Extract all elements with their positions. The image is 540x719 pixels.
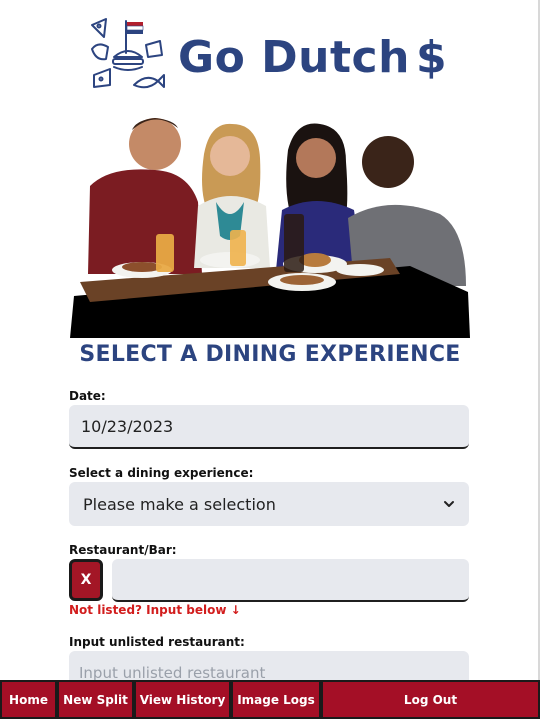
dining-experience-select[interactable]: Please make a selection: [69, 482, 469, 526]
bottom-nav: Home New Split View History Image Logs L…: [0, 680, 540, 719]
header-logo[interactable]: Go Dutch $: [88, 14, 468, 100]
nav-new-split-button[interactable]: New Split: [57, 680, 134, 719]
brand-name: Go Dutch: [178, 31, 410, 83]
unlisted-restaurant-label: Input unlisted restaurant:: [69, 635, 245, 649]
restaurant-input[interactable]: [112, 559, 469, 602]
friends-dining-illustration: [70, 118, 470, 338]
nav-log-out-button[interactable]: Log Out: [321, 680, 540, 719]
dining-experience-value: Please make a selection: [83, 494, 276, 514]
brand-symbol: $: [415, 31, 448, 83]
nav-view-history-button[interactable]: View History: [134, 680, 231, 719]
date-input[interactable]: 10/23/2023: [69, 405, 469, 449]
restaurant-label: Restaurant/Bar:: [69, 543, 177, 557]
experience-label: Select a dining experience:: [69, 466, 254, 480]
not-listed-hint: Not listed? Input below ↓: [69, 603, 241, 617]
food-collage-icon: [91, 18, 165, 89]
nav-image-logs-button[interactable]: Image Logs: [231, 680, 321, 719]
date-label: Date:: [69, 389, 106, 403]
app-root: Go Dutch $ SELECT A DINING EXPERIENCE Da…: [0, 0, 540, 719]
date-value: 10/23/2023: [81, 416, 174, 436]
chevron-down-icon: [444, 501, 454, 507]
nav-home-button[interactable]: Home: [0, 680, 57, 719]
clear-restaurant-button[interactable]: X: [69, 559, 103, 601]
page-title: SELECT A DINING EXPERIENCE: [79, 342, 461, 367]
